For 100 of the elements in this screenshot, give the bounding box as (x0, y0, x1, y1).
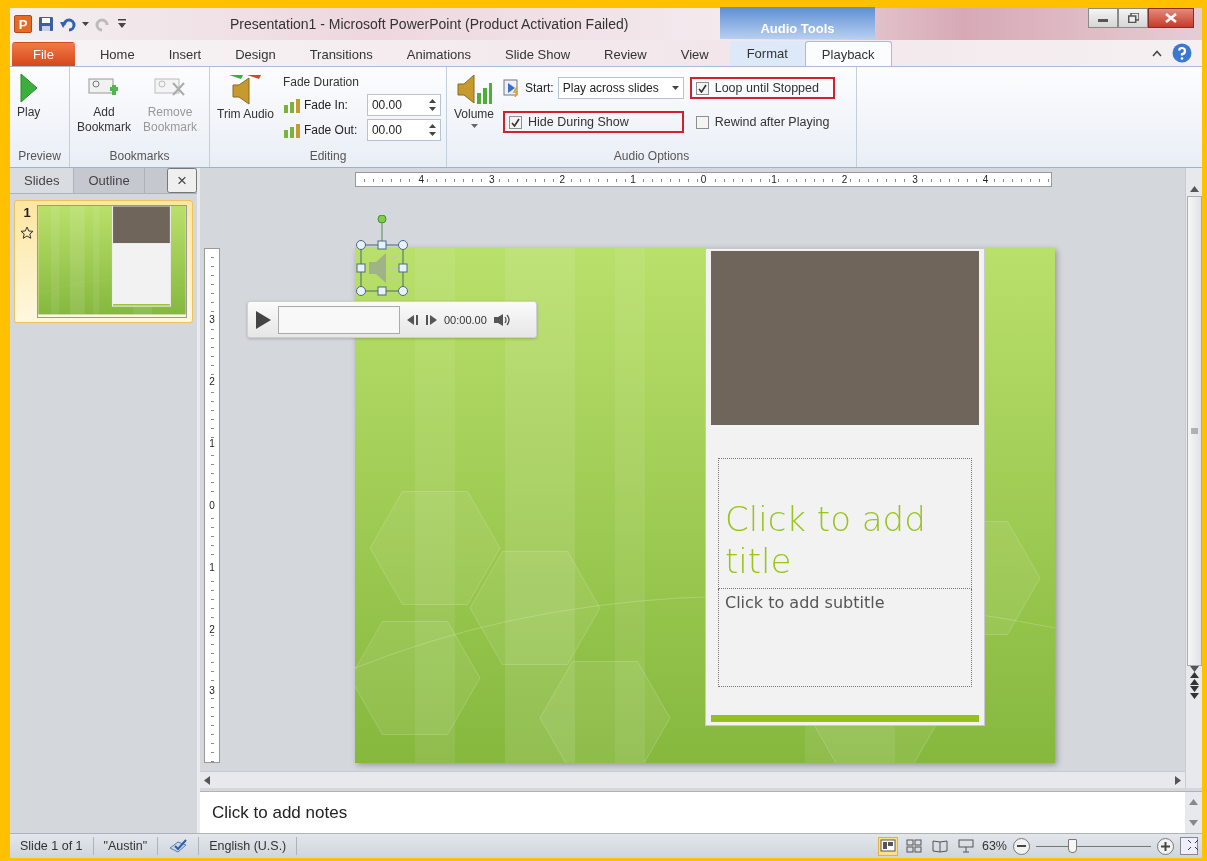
fit-icon (1187, 839, 1199, 851)
close-button[interactable] (1148, 8, 1194, 28)
start-dropdown[interactable]: Play across slides (557, 77, 684, 99)
speaker-icon (456, 73, 492, 105)
ribbon-tab[interactable]: Transitions (292, 42, 390, 66)
ribbon-tab[interactable]: View (663, 42, 726, 66)
view-button[interactable] (877, 836, 898, 856)
status-text: English (U.S.) (199, 837, 298, 855)
volume-bars-icon (282, 97, 301, 113)
status-text: Slide 1 of 1 (10, 837, 94, 855)
ribbon-tab[interactable]: Insert (151, 42, 219, 66)
progress-track[interactable] (278, 305, 400, 334)
spinner-icon[interactable] (428, 98, 436, 112)
slide-thumbnail[interactable] (37, 205, 187, 318)
ruler-number: 2 (208, 623, 216, 635)
ruler-number: 1 (208, 561, 216, 573)
spelling-check-icon[interactable] (168, 839, 189, 853)
ruler-number: 4 (417, 174, 426, 185)
ribbon-tab[interactable]: Format (729, 41, 805, 65)
volume-button[interactable]: Volume (451, 71, 498, 130)
zoom-level-text: 63% (981, 839, 1007, 853)
close-pane-button[interactable]: × (167, 168, 197, 193)
close-icon (1165, 13, 1177, 23)
spin-field[interactable]: 00.00 (366, 94, 441, 116)
pane-tab[interactable]: Outline (74, 168, 145, 193)
field-label: Fade In: (303, 98, 348, 112)
notes-placeholder[interactable]: Click to add notes (212, 802, 348, 823)
checkbox[interactable] (695, 81, 709, 95)
ribbon-tab[interactable]: Slide Show (488, 42, 588, 66)
ruler-number: 0 (208, 499, 216, 511)
contextual-tab-header: Audio Tools (720, 7, 875, 39)
zoom-in-button[interactable] (1157, 837, 1174, 855)
checkbox-option[interactable]: Loop until Stopped (695, 81, 819, 95)
ruler-number: 4 (981, 174, 990, 185)
app-logo: P (14, 15, 32, 33)
subtitle-placeholder[interactable]: Click to add subtitle (718, 589, 972, 687)
fit-to-window-button[interactable] (1180, 837, 1198, 855)
ribbon-tab[interactable]: Animations (389, 42, 489, 66)
minimize-button[interactable] (1088, 8, 1118, 28)
ribbon-tab[interactable]: File (12, 42, 75, 66)
check-icon (697, 83, 707, 93)
field-label: Start: (525, 81, 554, 95)
checkbox-option[interactable]: Hide During Show (509, 115, 629, 129)
checkbox[interactable] (695, 115, 709, 129)
zoom-out-button[interactable] (1013, 837, 1030, 855)
collapse-ribbon-icon[interactable] (1152, 49, 1162, 57)
volume-bars-icon (282, 122, 301, 138)
spin-field[interactable]: 00.00 (366, 119, 441, 141)
ruler-number: 3 (911, 174, 919, 185)
scroll-right-icon[interactable] (1175, 775, 1181, 785)
grid-view-icon (905, 838, 922, 854)
next-slide-icon[interactable] (1189, 686, 1199, 700)
ribbon-tab[interactable]: Home (82, 42, 152, 66)
help-icon[interactable] (1172, 43, 1192, 63)
skip-back-icon[interactable] (406, 313, 419, 326)
checkbox-option[interactable]: Rewind after Playing (695, 115, 830, 129)
play-icon (18, 73, 39, 103)
ruler-number: 1 (629, 174, 637, 185)
ruler-number: 3 (488, 174, 496, 185)
view-button[interactable] (903, 836, 924, 856)
pane-tab[interactable]: Slides (10, 168, 75, 193)
caret-icon[interactable] (82, 22, 89, 26)
ruler-number: 2 (208, 376, 216, 388)
plus-icon (1161, 841, 1170, 851)
ribbon-tab[interactable]: Review (587, 42, 664, 66)
field-value: Play across slides (562, 81, 659, 95)
volume-icon[interactable] (492, 312, 511, 327)
play-icon[interactable] (254, 309, 272, 330)
bookmark-button[interactable]: Add Bookmark (74, 71, 134, 147)
restore-button[interactable] (1118, 8, 1148, 28)
ruler-number: 0 (699, 174, 708, 185)
ribbon-tab[interactable]: Design (218, 42, 293, 66)
restore-icon (1127, 13, 1139, 23)
undo-icon[interactable] (60, 16, 76, 32)
group-label: Editing (308, 148, 348, 165)
field-value: 00.00 (371, 98, 402, 112)
previous-slide-icon[interactable] (1189, 672, 1199, 686)
slider-thumb[interactable] (1067, 839, 1077, 853)
checkbox[interactable] (509, 115, 523, 129)
trim-audio-button[interactable]: Trim Audio (214, 71, 277, 147)
scroll-up-icon[interactable] (1189, 799, 1198, 806)
grip-icon (1190, 428, 1198, 434)
scroll-left-icon[interactable] (204, 775, 210, 785)
status-text: "Austin" (93, 837, 159, 855)
slide-thumbnail-highlight[interactable]: 1 (14, 200, 193, 323)
scroll-up-icon[interactable] (1189, 186, 1199, 192)
ribbon-tab[interactable]: Playback (804, 41, 892, 66)
caret-icon (470, 124, 478, 128)
skip-forward-icon[interactable] (425, 313, 438, 326)
scroll-thumb[interactable] (1186, 196, 1202, 666)
play-button[interactable]: Play (14, 71, 44, 147)
save-icon[interactable] (38, 16, 54, 32)
customize-icon[interactable] (117, 18, 127, 30)
fade-duration-label: Fade Duration (282, 74, 360, 91)
spinner-icon[interactable] (428, 123, 436, 137)
scroll-down-icon[interactable] (1189, 819, 1198, 826)
check-icon (511, 117, 521, 127)
group-label: Preview (17, 148, 62, 165)
window-title: Presentation1 - Microsoft PowerPoint (Product Activation Failed) (230, 16, 630, 32)
group-label: Bookmarks (108, 148, 171, 165)
